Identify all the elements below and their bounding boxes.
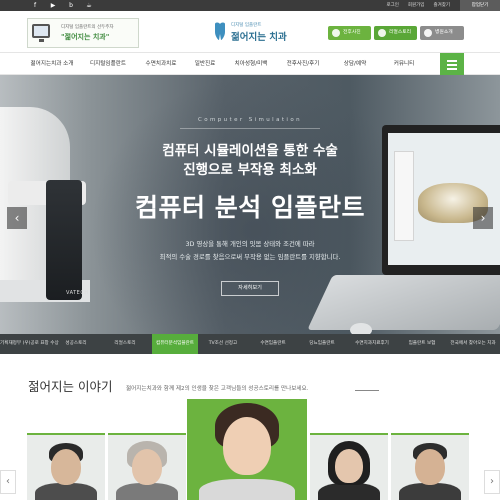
logo-subtitle: 디지털 임플란트	[231, 23, 262, 28]
story-card-2[interactable]	[108, 433, 186, 500]
hero-title: 컴퓨터 분석 임플란트	[135, 193, 365, 222]
nav-item-cosmetic[interactable]: 치아성형/미백	[235, 53, 268, 75]
real-story-button[interactable]: 리얼스토리	[374, 26, 417, 40]
nav-item-general[interactable]: 일반진료	[195, 53, 216, 75]
hero-divider	[180, 128, 320, 129]
clinic-intro-button[interactable]: 병원소개	[420, 26, 464, 40]
nav-item-sleep-treatment[interactable]: 수면치과치료	[146, 53, 177, 75]
nav-item-digital-implant[interactable]: 디지털임플란트	[90, 53, 126, 75]
story-icon	[378, 29, 386, 37]
hero-subtitle: Computer Simulation	[198, 117, 302, 123]
strip-item-award[interactable]: 기획재정부 (우)공로 표창 수상	[0, 334, 59, 354]
story-prev-icon[interactable]: ‹	[0, 470, 16, 494]
story-card-featured[interactable]	[187, 399, 307, 500]
hero-headline-2: 진행으로 부작용 최소화	[183, 162, 317, 178]
portrait-face	[223, 417, 271, 475]
youtube-icon[interactable]: ▶	[48, 1, 58, 10]
facebook-icon[interactable]: f	[30, 1, 40, 10]
story-card-5[interactable]	[391, 433, 469, 500]
header-ad-banner[interactable]: 디지털 임플란트의 선두주자 "젊어지는 치과"	[27, 18, 139, 48]
slider-prev-icon[interactable]: ‹	[7, 207, 27, 229]
menu-icon[interactable]	[440, 53, 464, 75]
real-story-label: 리얼스토리	[389, 30, 412, 35]
portrait-body	[318, 483, 380, 500]
strip-item-diabetes-implant[interactable]: 당뇨임플란트	[298, 334, 346, 354]
story-card-4[interactable]	[310, 433, 388, 500]
social-links: f ▶ b ☕	[30, 1, 94, 10]
story-divider	[355, 390, 379, 391]
ad-slogan: "젊어지는 치과"	[61, 33, 110, 41]
strip-item-real-story[interactable]: 리얼스토리	[98, 334, 152, 354]
cafe-icon[interactable]: ☕	[84, 1, 94, 10]
portrait-face	[132, 449, 162, 485]
portrait-face	[335, 449, 363, 483]
before-after-label: 전후사진	[343, 30, 361, 35]
signup-link[interactable]: 회원가입	[408, 1, 425, 10]
logo-title: 젊어지는 치과	[231, 32, 287, 43]
category-strip: 기획재정부 (우)공로 표창 수상 성공스토리 리얼스토리 컴퓨터분석임플란트 …	[0, 334, 500, 354]
nav-item-community[interactable]: 커뮤니티	[394, 53, 415, 75]
slider-next-icon[interactable]: ›	[473, 207, 493, 229]
strip-item-insurance[interactable]: 임플란트 보험	[398, 334, 446, 354]
story-next-icon[interactable]: ›	[484, 470, 500, 494]
login-link[interactable]: 로그인	[386, 1, 398, 10]
scanner-brand: VATECH	[66, 290, 89, 296]
strip-item-nationwide[interactable]: 전국에서 찾아오는 치과	[446, 334, 500, 354]
ad-tagline: 디지털 임플란트의 선두주자	[61, 25, 114, 30]
portrait-face	[51, 449, 81, 485]
strip-item-tv[interactable]: TV조선 선정고	[198, 334, 248, 354]
site-logo[interactable]: 디지털 임플란트 젊어지는 치과	[213, 21, 293, 45]
hero-description-1: 3D 영상을 통해 개인의 잇몸 상태와 조건에 따라	[185, 240, 315, 248]
hero-headline-1: 컴퓨터 시뮬레이션을 통한 수술	[162, 143, 338, 159]
bookmark-link[interactable]: 즐겨찾기	[433, 1, 450, 10]
utility-links: 로그인 회원가입 즐겨찾기	[386, 1, 450, 10]
nav-item-about[interactable]: 젊어지는치과 소개	[31, 53, 74, 75]
main-nav: 젊어지는치과 소개 디지털임플란트 수면치과치료 일반진료 치아성형/미백 전후…	[0, 52, 500, 75]
popup-close-button[interactable]: 팝업닫기	[460, 0, 500, 11]
hospital-icon	[424, 29, 432, 37]
portrait-body	[399, 483, 461, 500]
strip-item-computer-implant[interactable]: 컴퓨터분석임플란트	[152, 334, 198, 354]
hero-description-2: 최적의 수술 경로를 찾음으로써 부작용 없는 임플란트를 지향합니다.	[159, 253, 341, 261]
blog-icon[interactable]: b	[66, 1, 76, 10]
story-section-title: 젊어지는 이야기	[28, 379, 113, 394]
monitor-icon	[32, 24, 50, 42]
story-card-1[interactable]	[27, 433, 105, 500]
mouse-image	[350, 323, 372, 334]
story-section-description: 젊어지는치과와 함께 제2의 인생을 찾은 고객님들의 성공스토리를 만나보세요…	[126, 386, 309, 392]
learn-more-button[interactable]: 자세히보기	[221, 281, 279, 296]
nav-item-consult[interactable]: 상담/예약	[344, 53, 366, 75]
before-after-button[interactable]: 전후사진	[328, 26, 371, 40]
camera-icon	[332, 29, 340, 37]
hero-slider: VATECH Computer Simulation 컴퓨터 시뮬레이션을 통한…	[0, 75, 500, 334]
portrait-body	[35, 483, 97, 500]
top-utility-bar: f ▶ b ☕ 로그인 회원가입 즐겨찾기 팝업닫기	[0, 0, 500, 11]
strip-item-sleep-implant[interactable]: 수면임플란트	[248, 334, 298, 354]
portrait-face	[415, 449, 445, 485]
nav-item-reviews[interactable]: 전후사진/후기	[287, 53, 320, 75]
portrait-body	[116, 483, 178, 500]
portrait-body	[199, 479, 295, 500]
tooth-logo-icon	[215, 22, 225, 40]
strip-item-success-story[interactable]: 성공스토리	[54, 334, 98, 354]
site-header: 디지털 임플란트의 선두주자 "젊어지는 치과" 디지털 임플란트 젊어지는 치…	[0, 11, 500, 52]
strip-item-sleep-reviews[interactable]: 수면치과치료후기	[346, 334, 398, 354]
keyboard-image	[307, 275, 500, 330]
clinic-intro-label: 병원소개	[435, 30, 453, 35]
